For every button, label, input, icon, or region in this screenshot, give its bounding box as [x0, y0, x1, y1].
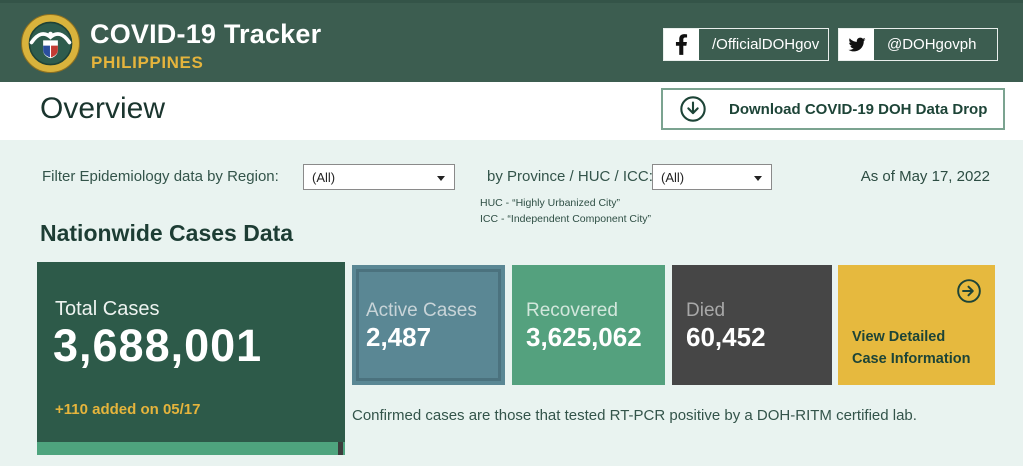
died-label: Died [686, 300, 726, 321]
region-filter-label: Filter Epidemiology data by Region: [42, 168, 279, 185]
recovered-label: Recovered [526, 300, 618, 321]
app-subtitle: PHILIPPINES [91, 53, 204, 72]
confirmed-cases-footnote: Confirmed cases are those that tested RT… [352, 407, 917, 424]
dashboard-body: Filter Epidemiology data by Region: (All… [0, 140, 1023, 466]
total-cases-delta: +110 added on 05/17 [55, 401, 201, 418]
active-cases-value: 2,487 [366, 322, 432, 352]
arrow-right-circle-icon [957, 279, 981, 303]
app-header: COVID-19 Tracker PHILIPPINES /OfficialDO… [0, 0, 1023, 82]
active-cases-card[interactable]: Active Cases 2,487 [352, 265, 505, 385]
total-cases-card: Total Cases 3,688,001 +110 added on 05/1… [37, 262, 345, 455]
section-title: Nationwide Cases Data [40, 220, 294, 246]
download-data-drop-button[interactable]: Download COVID-19 DOH Data Drop [661, 88, 1005, 130]
view-detailed-case-information-card[interactable]: View Detailed Case Information [838, 265, 995, 385]
province-filter-label: by Province / HUC / ICC: [487, 168, 653, 185]
download-circle-icon [680, 96, 706, 122]
recovered-died-ratio-bar [37, 442, 345, 455]
page-title: Overview [40, 92, 166, 125]
dropdown-arrow-icon [754, 176, 762, 181]
facebook-button[interactable]: /OfficialDOHgov [663, 28, 829, 61]
huc-definition-note: HUC - “Highly Urbanized City” [480, 197, 621, 209]
twitter-button[interactable]: @DOHgovph [838, 28, 998, 61]
province-filter-dropdown[interactable]: (All) [652, 164, 772, 190]
active-cases-label: Active Cases [366, 300, 477, 321]
twitter-icon [839, 29, 874, 60]
doh-seal-logo [21, 14, 80, 73]
view-detail-label: View Detailed Case Information [852, 329, 971, 367]
total-cases-value: 3,688,001 [53, 320, 263, 371]
app-title: COVID-19 Tracker [90, 19, 322, 49]
download-button-label: Download COVID-19 DOH Data Drop [729, 100, 988, 118]
facebook-icon [664, 29, 699, 60]
region-filter-dropdown[interactable]: (All) [303, 164, 455, 190]
facebook-handle: /OfficialDOHgov [712, 36, 820, 53]
died-card[interactable]: Died 60,452 [672, 265, 832, 385]
recovered-value: 3,625,062 [526, 322, 642, 352]
died-ratio-segment [338, 442, 343, 455]
dropdown-arrow-icon [437, 176, 445, 181]
province-filter-value: (All) [661, 169, 685, 185]
as-of-date: As of May 17, 2022 [860, 168, 990, 185]
icc-definition-note: ICC - “Independent Component City” [480, 213, 651, 225]
region-filter-value: (All) [312, 169, 336, 185]
total-cases-label: Total Cases [55, 298, 160, 320]
recovered-card[interactable]: Recovered 3,625,062 [512, 265, 665, 385]
died-value: 60,452 [686, 322, 766, 352]
twitter-handle: @DOHgovph [887, 36, 977, 53]
